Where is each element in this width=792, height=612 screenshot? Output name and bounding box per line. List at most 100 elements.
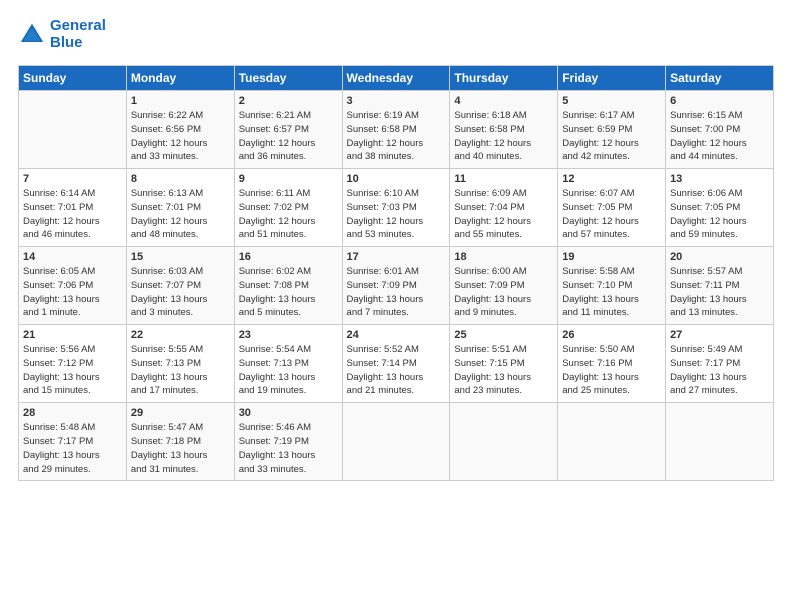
header-cell-wednesday: Wednesday xyxy=(342,66,450,91)
day-number: 21 xyxy=(23,329,122,341)
day-number: 20 xyxy=(670,251,769,263)
day-cell: 11 Sunrise: 6:09 AMSunset: 7:04 PMDayligh… xyxy=(450,169,558,247)
day-cell xyxy=(558,403,666,481)
day-number: 19 xyxy=(562,251,661,263)
day-cell: 30 Sunrise: 5:46 AMSunset: 7:19 PMDayligh… xyxy=(234,403,342,481)
day-info: Sunrise: 5:54 AMSunset: 7:13 PMDaylight:… xyxy=(239,343,338,398)
day-cell: 24Sunrise: 5:52 AMSunset: 7:14 PMDayligh… xyxy=(342,325,450,403)
day-info: Sunrise: 6:19 AMSunset: 6:58 PMDaylight:… xyxy=(347,109,446,164)
day-info: Sunrise: 5:56 AMSunset: 7:12 PMDaylight:… xyxy=(23,343,122,398)
day-cell xyxy=(342,403,450,481)
day-cell: 12 Sunrise: 6:07 AMSunset: 7:05 PMDayligh… xyxy=(558,169,666,247)
day-cell: 23 Sunrise: 5:54 AMSunset: 7:13 PMDayligh… xyxy=(234,325,342,403)
day-cell: 9 Sunrise: 6:11 AMSunset: 7:02 PMDaylight… xyxy=(234,169,342,247)
header-cell-saturday: Saturday xyxy=(666,66,774,91)
header-row: SundayMondayTuesdayWednesdayThursdayFrid… xyxy=(19,66,774,91)
day-cell: 15 Sunrise: 6:03 AMSunset: 7:07 PMDayligh… xyxy=(126,247,234,325)
logo-text: General Blue xyxy=(50,18,106,51)
day-info: Sunrise: 6:09 AMSunset: 7:04 PMDaylight:… xyxy=(454,187,553,242)
day-number: 16 xyxy=(239,251,338,263)
day-info: Sunrise: 5:47 AMSunset: 7:18 PMDaylight:… xyxy=(131,421,230,476)
day-info: Sunrise: 6:22 AMSunset: 6:56 PMDaylight:… xyxy=(131,109,230,164)
day-info: Sunrise: 6:10 AMSunset: 7:03 PMDaylight:… xyxy=(347,187,446,242)
day-cell: 22 Sunrise: 5:55 AMSunset: 7:13 PMDayligh… xyxy=(126,325,234,403)
day-info: Sunrise: 5:57 AMSunset: 7:11 PMDaylight:… xyxy=(670,265,769,320)
header-cell-thursday: Thursday xyxy=(450,66,558,91)
day-info: Sunrise: 6:18 AMSunset: 6:58 PMDaylight:… xyxy=(454,109,553,164)
day-cell xyxy=(19,91,127,169)
day-cell: 18Sunrise: 6:00 AMSunset: 7:09 PMDayligh… xyxy=(450,247,558,325)
header-cell-sunday: Sunday xyxy=(19,66,127,91)
day-number: 23 xyxy=(239,329,338,341)
day-cell: 21 Sunrise: 5:56 AMSunset: 7:12 PMDayligh… xyxy=(19,325,127,403)
header: General Blue xyxy=(18,18,774,51)
day-number: 10 xyxy=(347,173,446,185)
day-info: Sunrise: 5:49 AMSunset: 7:17 PMDaylight:… xyxy=(670,343,769,398)
header-cell-tuesday: Tuesday xyxy=(234,66,342,91)
day-cell: 4 Sunrise: 6:18 AMSunset: 6:58 PMDaylight… xyxy=(450,91,558,169)
day-info: Sunrise: 5:51 AMSunset: 7:15 PMDaylight:… xyxy=(454,343,553,398)
day-cell: 29 Sunrise: 5:47 AMSunset: 7:18 PMDayligh… xyxy=(126,403,234,481)
day-cell: 20 Sunrise: 5:57 AMSunset: 7:11 PMDayligh… xyxy=(666,247,774,325)
day-number: 4 xyxy=(454,95,553,107)
day-number: 25 xyxy=(454,329,553,341)
day-cell: 7 Sunrise: 6:14 AMSunset: 7:01 PMDaylight… xyxy=(19,169,127,247)
day-number: 15 xyxy=(131,251,230,263)
day-cell: 25 Sunrise: 5:51 AMSunset: 7:15 PMDayligh… xyxy=(450,325,558,403)
day-number: 7 xyxy=(23,173,122,185)
day-info: Sunrise: 5:48 AMSunset: 7:17 PMDaylight:… xyxy=(23,421,122,476)
day-number: 8 xyxy=(131,173,230,185)
day-number: 26 xyxy=(562,329,661,341)
week-row-4: 21 Sunrise: 5:56 AMSunset: 7:12 PMDayligh… xyxy=(19,325,774,403)
day-number: 12 xyxy=(562,173,661,185)
day-number: 30 xyxy=(239,407,338,419)
day-info: Sunrise: 6:03 AMSunset: 7:07 PMDaylight:… xyxy=(131,265,230,320)
day-cell xyxy=(450,403,558,481)
day-info: Sunrise: 6:05 AMSunset: 7:06 PMDaylight:… xyxy=(23,265,122,320)
day-cell: 16 Sunrise: 6:02 AMSunset: 7:08 PMDayligh… xyxy=(234,247,342,325)
day-cell: 10 Sunrise: 6:10 AMSunset: 7:03 PMDayligh… xyxy=(342,169,450,247)
day-info: Sunrise: 6:11 AMSunset: 7:02 PMDaylight:… xyxy=(239,187,338,242)
day-number: 17 xyxy=(347,251,446,263)
day-number: 27 xyxy=(670,329,769,341)
logo-icon xyxy=(18,21,46,49)
day-info: Sunrise: 6:17 AMSunset: 6:59 PMDaylight:… xyxy=(562,109,661,164)
day-cell: 17 Sunrise: 6:01 AMSunset: 7:09 PMDayligh… xyxy=(342,247,450,325)
day-number: 18 xyxy=(454,251,553,263)
day-info: Sunrise: 5:46 AMSunset: 7:19 PMDaylight:… xyxy=(239,421,338,476)
day-info: Sunrise: 5:52 AMSunset: 7:14 PMDaylight:… xyxy=(347,343,446,398)
day-info: Sunrise: 6:02 AMSunset: 7:08 PMDaylight:… xyxy=(239,265,338,320)
day-cell: 14Sunrise: 6:05 AMSunset: 7:06 PMDayligh… xyxy=(19,247,127,325)
day-cell: 3Sunrise: 6:19 AMSunset: 6:58 PMDaylight… xyxy=(342,91,450,169)
day-cell: 19Sunrise: 5:58 AMSunset: 7:10 PMDayligh… xyxy=(558,247,666,325)
day-cell: 27 Sunrise: 5:49 AMSunset: 7:17 PMDayligh… xyxy=(666,325,774,403)
day-info: Sunrise: 6:07 AMSunset: 7:05 PMDaylight:… xyxy=(562,187,661,242)
day-number: 22 xyxy=(131,329,230,341)
day-info: Sunrise: 6:14 AMSunset: 7:01 PMDaylight:… xyxy=(23,187,122,242)
day-cell: 13Sunrise: 6:06 AMSunset: 7:05 PMDayligh… xyxy=(666,169,774,247)
day-number: 1 xyxy=(131,95,230,107)
week-row-5: 28 Sunrise: 5:48 AMSunset: 7:17 PMDayligh… xyxy=(19,403,774,481)
day-number: 6 xyxy=(670,95,769,107)
day-cell: 2Sunrise: 6:21 AMSunset: 6:57 PMDaylight… xyxy=(234,91,342,169)
day-cell: 6 Sunrise: 6:15 AMSunset: 7:00 PMDaylight… xyxy=(666,91,774,169)
header-cell-friday: Friday xyxy=(558,66,666,91)
day-number: 5 xyxy=(562,95,661,107)
day-cell: 1 Sunrise: 6:22 AMSunset: 6:56 PMDaylight… xyxy=(126,91,234,169)
day-info: Sunrise: 6:01 AMSunset: 7:09 PMDaylight:… xyxy=(347,265,446,320)
week-row-2: 7 Sunrise: 6:14 AMSunset: 7:01 PMDaylight… xyxy=(19,169,774,247)
day-cell xyxy=(666,403,774,481)
day-number: 9 xyxy=(239,173,338,185)
day-number: 13 xyxy=(670,173,769,185)
day-number: 29 xyxy=(131,407,230,419)
day-info: Sunrise: 5:55 AMSunset: 7:13 PMDaylight:… xyxy=(131,343,230,398)
day-number: 28 xyxy=(23,407,122,419)
day-cell: 8Sunrise: 6:13 AMSunset: 7:01 PMDaylight… xyxy=(126,169,234,247)
logo: General Blue xyxy=(18,18,106,51)
header-cell-monday: Monday xyxy=(126,66,234,91)
day-cell: 28 Sunrise: 5:48 AMSunset: 7:17 PMDayligh… xyxy=(19,403,127,481)
day-number: 11 xyxy=(454,173,553,185)
day-info: Sunrise: 6:15 AMSunset: 7:00 PMDaylight:… xyxy=(670,109,769,164)
week-row-1: 1 Sunrise: 6:22 AMSunset: 6:56 PMDaylight… xyxy=(19,91,774,169)
page-container: General Blue SundayMondayTuesdayWednesda… xyxy=(0,0,792,491)
